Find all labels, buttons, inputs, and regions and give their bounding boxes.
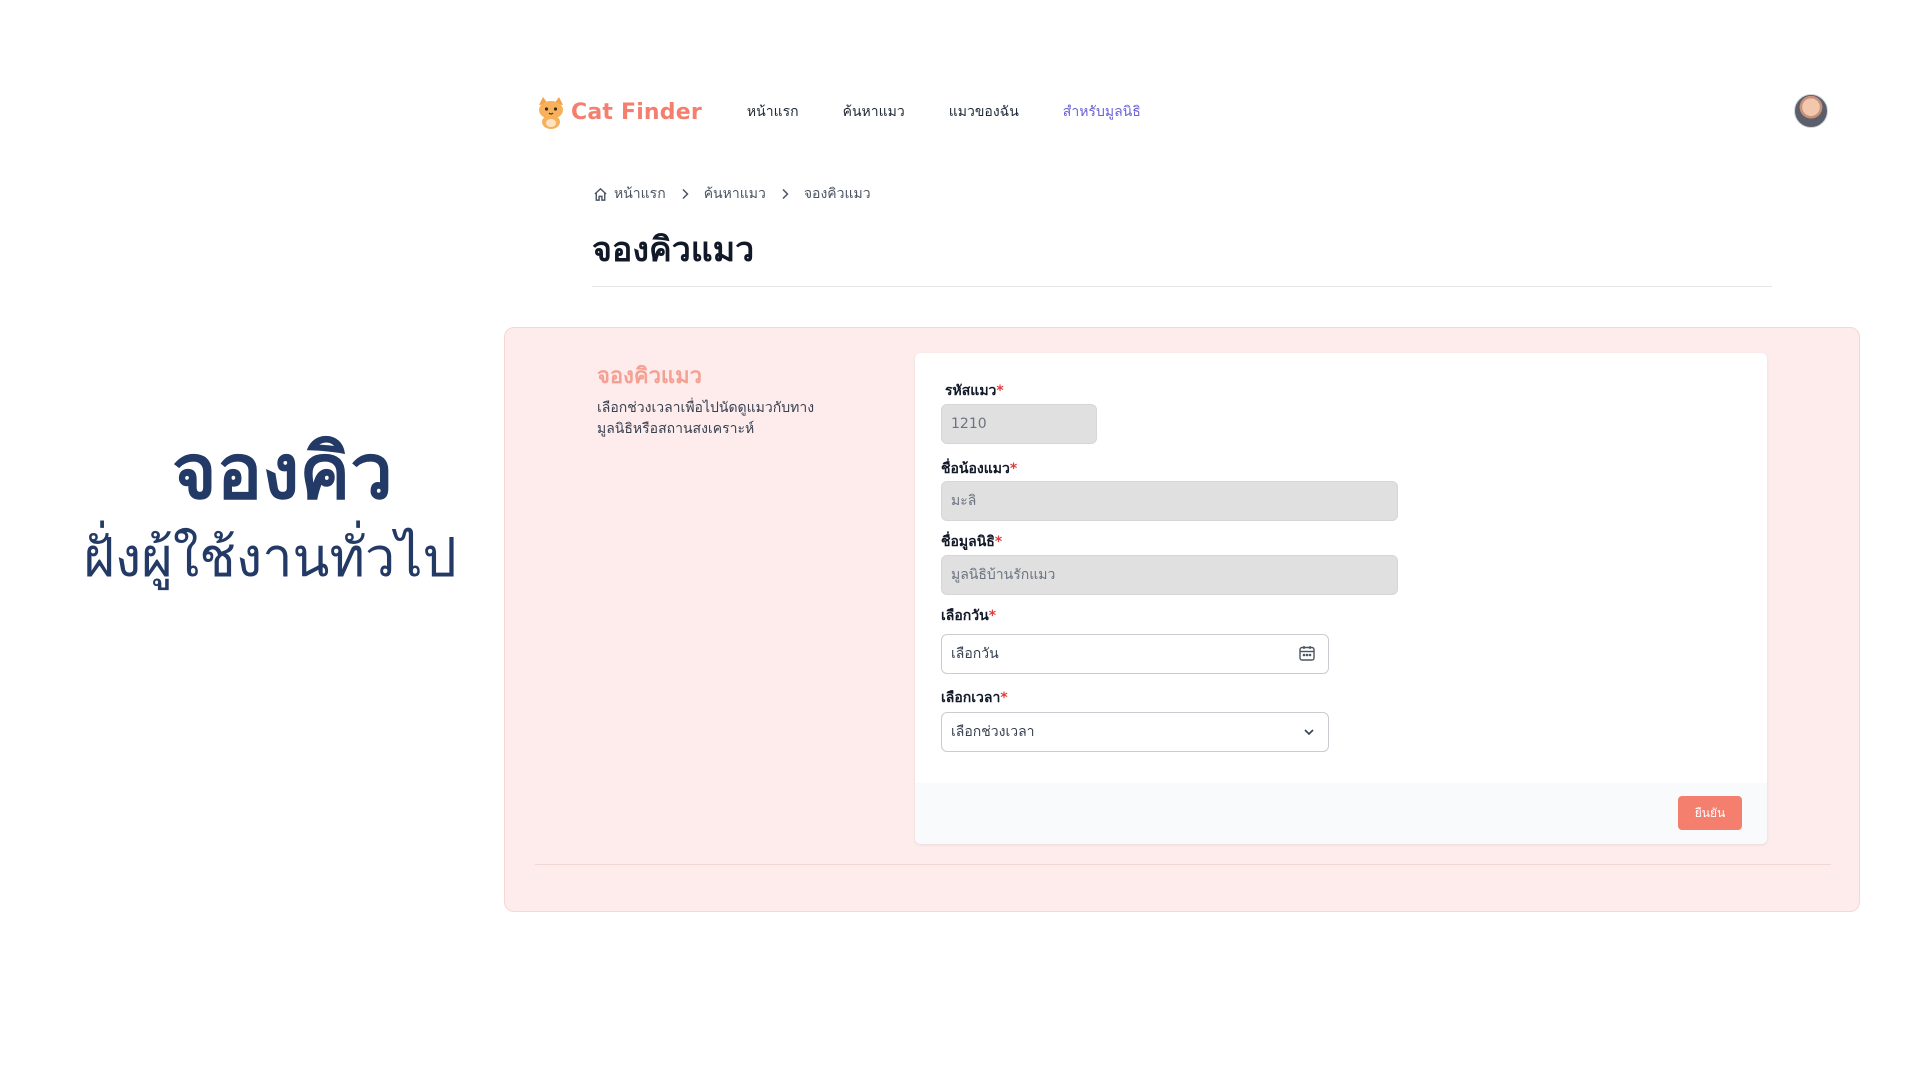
booking-panel: จองคิวแมว เลือกช่วงเวลาเพื่อไปนัดดูแมวกั… xyxy=(504,327,1860,912)
cat-name-label: ชื่อน้องแมว* xyxy=(941,458,1017,480)
time-label-text: เลือกเวลา xyxy=(941,690,1001,706)
breadcrumb-search-cats[interactable]: ค้นหาแมว xyxy=(704,183,766,205)
required-mark: * xyxy=(1000,690,1008,706)
foundation-label: ชื่อมูลนิธิ* xyxy=(941,531,1002,553)
panel-divider xyxy=(535,864,1831,865)
page-title: จองคิวแมว xyxy=(592,230,755,270)
slide-caption: จองคิว ฝั่งผู้ใช้งานทั่วไป xyxy=(60,430,480,590)
nav-item-search-cats[interactable]: ค้นหาแมว xyxy=(843,101,905,123)
required-mark: * xyxy=(1009,461,1018,477)
nav-item-my-cats[interactable]: แมวของฉัน xyxy=(949,101,1019,123)
date-picker-input[interactable]: เลือกวัน xyxy=(941,634,1329,674)
required-mark: * xyxy=(996,383,1004,399)
nav-item-home[interactable]: หน้าแรก xyxy=(747,101,799,123)
chevron-down-icon[interactable] xyxy=(1302,725,1316,739)
home-icon[interactable] xyxy=(593,187,608,202)
date-label: เลือกวัน* xyxy=(941,605,996,627)
foundation-field: มูลนิธิบ้านรักแมว xyxy=(941,555,1398,595)
brand[interactable]: Cat Finder xyxy=(535,95,702,129)
time-select-value: เลือกช่วงเวลา xyxy=(951,724,1035,740)
date-label-text: เลือกวัน xyxy=(941,608,989,624)
breadcrumb: หน้าแรก ค้นหาแมว จองคิวแมว xyxy=(593,183,871,205)
required-mark: * xyxy=(994,534,1003,550)
section-title: จองคิวแมว xyxy=(597,364,702,389)
nav-links: หน้าแรก ค้นหาแมว แมวของฉัน สำหรับมูลนิธิ xyxy=(747,101,1185,123)
booking-form-card: รหัสแมว* 1210 ชื่อน้องแมว* มะลิ ชื่อมูลน… xyxy=(915,353,1767,844)
brand-name: Cat Finder xyxy=(571,99,702,125)
section-description: เลือกช่วงเวลาเพื่อไปนัดดูแมวกับทางมูลนิธ… xyxy=(597,400,815,437)
calendar-icon[interactable] xyxy=(1298,644,1316,662)
caption-subtitle: ฝั่งผู้ใช้งานทั่วไป xyxy=(83,525,457,589)
cat-id-label-text: รหัสแมว xyxy=(945,383,997,399)
form-footer: ยืนยัน xyxy=(915,783,1767,844)
time-select[interactable]: เลือกช่วงเวลา xyxy=(941,712,1329,752)
confirm-button[interactable]: ยืนยัน xyxy=(1678,796,1742,830)
chevron-right-icon xyxy=(680,188,690,200)
date-placeholder: เลือกวัน xyxy=(951,646,999,662)
chevron-right-icon xyxy=(780,188,790,200)
required-mark: * xyxy=(988,608,997,624)
title-divider xyxy=(592,286,1772,287)
cat-id-label: รหัสแมว* xyxy=(945,380,1004,402)
breadcrumb-current: จองคิวแมว xyxy=(803,186,871,202)
nav-item-for-foundations[interactable]: สำหรับมูลนิธิ xyxy=(1063,101,1141,123)
cat-name-label-text: ชื่อน้องแมว xyxy=(941,461,1010,477)
time-label: เลือกเวลา* xyxy=(941,687,1008,709)
cat-icon xyxy=(535,95,567,129)
cat-id-field: 1210 xyxy=(941,404,1097,444)
foundation-label-text: ชื่อมูลนิธิ xyxy=(941,534,995,550)
cat-name-field: มะลิ xyxy=(941,481,1398,521)
avatar[interactable] xyxy=(1794,94,1828,128)
caption-title: จองคิว xyxy=(172,427,393,516)
top-nav: Cat Finder หน้าแรก ค้นหาแมว แมวของฉัน สำ… xyxy=(535,92,1185,132)
breadcrumb-home[interactable]: หน้าแรก xyxy=(614,183,666,205)
